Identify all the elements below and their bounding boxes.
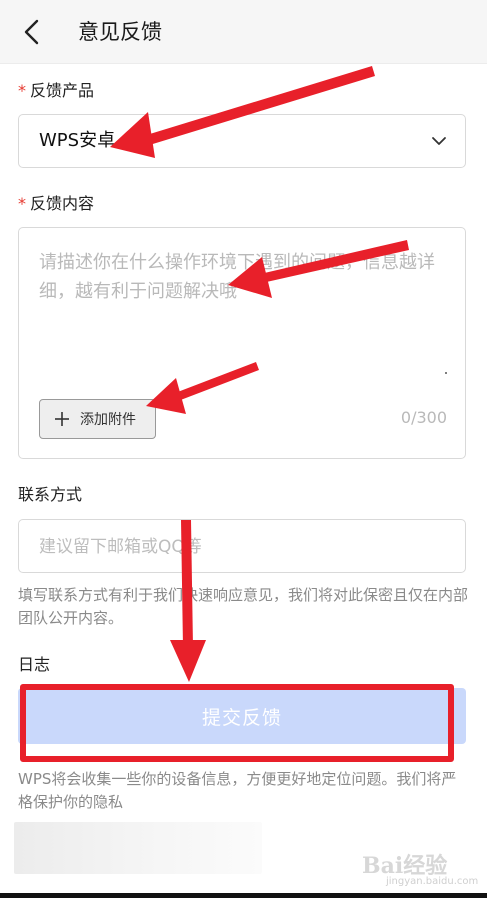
add-attachment-label: 添加附件 [80, 412, 136, 428]
contact-input[interactable]: 建议留下邮箱或QQ等 [18, 519, 466, 573]
chevron-down-icon [432, 137, 446, 145]
feedback-content-placeholder: 请描述你在什么操作环境下遇到的问题，信息越详细，越有利于问题解决哦 [39, 252, 435, 302]
product-select-value: WPS安卓 [39, 130, 116, 151]
required-mark: * [18, 81, 26, 100]
back-button[interactable] [14, 14, 50, 50]
bottom-edge [0, 893, 487, 898]
character-counter: 0/300 [400, 408, 447, 427]
resize-handle [445, 372, 447, 374]
product-select[interactable]: WPS安卓 [18, 114, 466, 168]
submit-feedback-button[interactable]: 提交反馈 [18, 688, 466, 744]
contact-placeholder: 建议留下邮箱或QQ等 [39, 537, 202, 557]
page-title: 意见反馈 [78, 20, 162, 44]
contact-label: 联系方式 [18, 485, 83, 504]
privacy-notice: WPS将会收集一些你的设备信息，方便更好地定位问题。我们将严格保护你的隐私 [18, 770, 457, 811]
plus-icon [55, 412, 69, 426]
product-label: * 反馈产品 [18, 81, 95, 100]
content-label: * 反馈内容 [18, 194, 95, 213]
required-mark: * [18, 194, 26, 213]
submit-feedback-label: 提交反馈 [201, 706, 282, 729]
watermark-url: jingyan.baidu.com [386, 876, 479, 887]
contact-hint: 填写联系方式有利于我们快速响应意见，我们将对此保密且仅在内部团队公开内容。 [18, 586, 469, 627]
top-bar: 意见反馈 [0, 0, 487, 64]
add-attachment-button[interactable]: 添加附件 [39, 399, 156, 439]
blurred-area [14, 822, 262, 874]
chevron-left-icon [24, 19, 39, 45]
feedback-content-textarea[interactable]: 请描述你在什么操作环境下遇到的问题，信息越详细，越有利于问题解决哦 添加附件 0… [18, 227, 466, 459]
log-label: 日志 [18, 655, 51, 674]
